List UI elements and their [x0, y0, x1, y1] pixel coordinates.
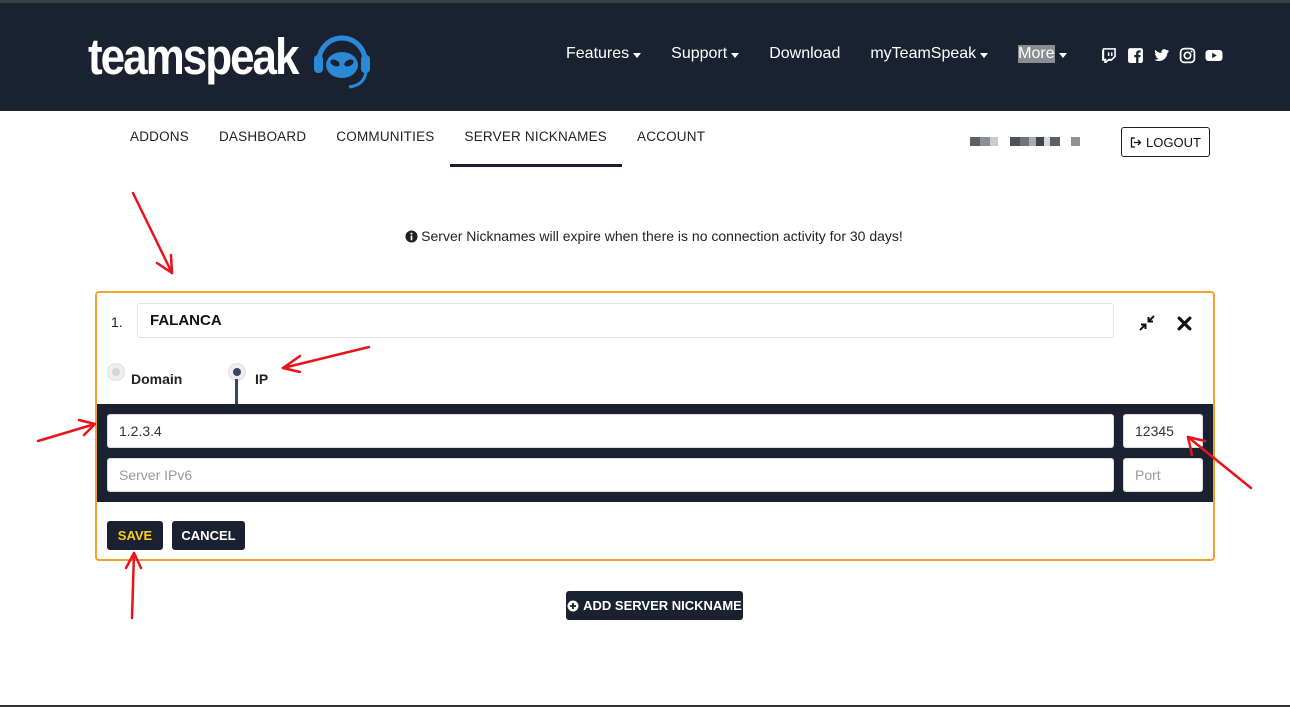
server-nickname-card: 1. Domain IP 1.2.3.4 12345 Server IPv6 P… — [95, 291, 1215, 561]
tab-communities[interactable]: COMMUNITIES — [321, 120, 449, 167]
nav-label: Features — [566, 45, 630, 62]
logout-label: LOGOUT — [1146, 134, 1201, 150]
ipv4-input[interactable]: 1.2.3.4 — [107, 414, 1114, 448]
social-links — [1101, 47, 1231, 64]
youtube-icon[interactable] — [1205, 47, 1223, 64]
expiry-notice: Server Nicknames will expire when there … — [0, 228, 1290, 244]
nickname-input[interactable] — [137, 303, 1114, 338]
tab-account[interactable]: ACCOUNT — [622, 120, 720, 167]
page: teamspeak Features Support Download myTe… — [0, 0, 1290, 707]
twitch-icon[interactable] — [1101, 47, 1118, 64]
facebook-icon[interactable] — [1127, 47, 1144, 64]
nav-label: myTeamSpeak — [870, 45, 977, 62]
radio-domain[interactable] — [107, 363, 125, 381]
nickname-index: 1. — [111, 314, 123, 330]
tab-server-nicknames[interactable]: SERVER NICKNAMES — [449, 120, 622, 167]
top-navbar: teamspeak Features Support Download myTe… — [0, 0, 1290, 111]
cancel-button[interactable]: CANCEL — [172, 521, 245, 550]
collapse-button[interactable] — [1137, 313, 1157, 333]
caret-down-icon — [731, 52, 740, 58]
main-nav: Features Support Download myTeamSpeak Mo… — [566, 45, 1097, 63]
radio-connector — [235, 379, 238, 404]
redacted-username — [970, 137, 1080, 146]
tab-dashboard[interactable]: DASHBOARD — [204, 120, 321, 167]
nav-support[interactable]: Support — [671, 45, 740, 63]
caret-down-icon — [633, 52, 642, 58]
logo-text: teamspeak — [88, 29, 299, 86]
add-server-nickname-button[interactable]: ADD SERVER NICKNAME — [566, 591, 743, 620]
address-fields-panel: 1.2.3.4 12345 Server IPv6 Port — [97, 404, 1213, 502]
headset-logo-icon — [314, 35, 371, 89]
info-circle-icon — [405, 230, 418, 243]
annotation-arrow — [124, 551, 143, 620]
ipv6-input[interactable]: Server IPv6 — [107, 458, 1114, 492]
ipv6-port-input[interactable]: Port — [1123, 458, 1203, 492]
nav-label: Support — [671, 45, 728, 62]
account-subnav: ADDONS DASHBOARD COMMUNITIES SERVER NICK… — [115, 120, 720, 167]
expiry-notice-text: Server Nicknames will expire when there … — [421, 228, 903, 244]
port-input[interactable]: 12345 — [1123, 414, 1203, 448]
nav-label: More — [1018, 45, 1055, 63]
nav-label: Download — [769, 45, 841, 62]
close-icon — [1177, 316, 1191, 330]
address-type-radio-group: Domain IP — [107, 363, 407, 403]
nav-download[interactable]: Download — [769, 45, 840, 63]
nav-features[interactable]: Features — [566, 45, 642, 63]
caret-down-icon — [1058, 52, 1067, 58]
caret-down-icon — [980, 52, 989, 58]
radio-ip-label: IP — [255, 371, 269, 387]
compress-arrows-icon — [1139, 315, 1155, 331]
radio-domain-label: Domain — [131, 371, 183, 387]
logout-button[interactable]: LOGOUT — [1121, 127, 1210, 157]
plus-circle-icon — [567, 600, 579, 611]
instagram-icon[interactable] — [1179, 47, 1196, 64]
save-button[interactable]: SAVE — [107, 521, 163, 550]
nav-more[interactable]: More — [1018, 45, 1067, 63]
add-button-label: ADD SERVER NICKNAME — [583, 598, 742, 613]
sign-out-icon — [1130, 136, 1142, 148]
twitter-icon[interactable] — [1153, 47, 1170, 64]
annotation-arrow — [36, 418, 97, 443]
delete-button[interactable] — [1174, 313, 1194, 333]
tab-addons[interactable]: ADDONS — [115, 120, 204, 167]
nav-myteamspeak[interactable]: myTeamSpeak — [870, 45, 989, 63]
teamspeak-logo[interactable]: teamspeak — [88, 25, 375, 91]
